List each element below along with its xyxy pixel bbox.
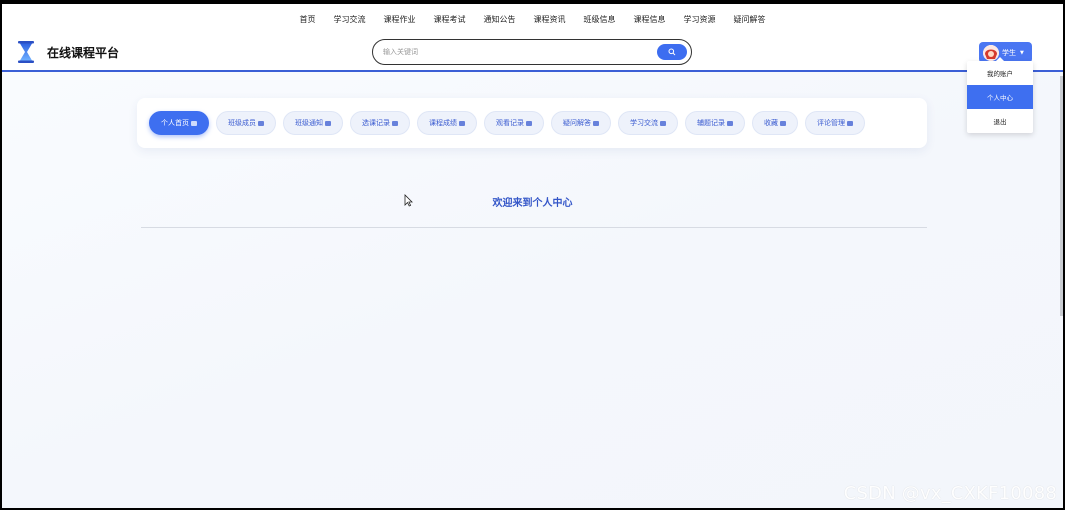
- tab-label: 学习交流: [630, 119, 658, 127]
- tab-label: 观看记录: [496, 119, 524, 127]
- divider: [141, 227, 927, 228]
- tab-label: 疑问解答: [563, 119, 591, 127]
- search-icon: [668, 48, 676, 55]
- top-nav-item-resources[interactable]: 学习资源: [675, 14, 725, 26]
- top-nav-item-homework[interactable]: 课程作业: [375, 14, 425, 26]
- tab-favorites[interactable]: 收藏: [752, 111, 798, 135]
- tab-enrollment-records[interactable]: 选课记录: [350, 111, 410, 135]
- search-input[interactable]: [383, 44, 653, 60]
- app-frame: 首页 学习交流 课程作业 课程考试 通知公告 课程资讯 班级信息 课程信息 学习…: [2, 4, 1063, 508]
- search-bar: [372, 39, 692, 65]
- hourglass-logo-icon[interactable]: [16, 40, 36, 64]
- menu-item-my-account[interactable]: 我的账户: [967, 61, 1033, 85]
- tab-label: 个人首页: [161, 119, 189, 127]
- top-nav-item-home[interactable]: 首页: [291, 14, 325, 26]
- top-nav-item-qa[interactable]: 疑问解答: [725, 14, 775, 26]
- menu-item-personal-center[interactable]: 个人中心: [967, 85, 1033, 109]
- tab-label: 班级成员: [228, 119, 256, 127]
- top-nav-item-course-news[interactable]: 课程资讯: [525, 14, 575, 26]
- tab-class-notice[interactable]: 班级通知: [283, 111, 343, 135]
- briefcase-icon: [727, 121, 733, 126]
- user-label: 学生: [1002, 48, 1016, 57]
- watermark: CSDN @vx_CXKF10088: [843, 483, 1057, 504]
- briefcase-icon: [325, 121, 331, 126]
- tab-exercise-records[interactable]: 辅题记录: [685, 111, 745, 135]
- top-nav-item-course-info[interactable]: 课程信息: [625, 14, 675, 26]
- top-nav-item-study-exchange[interactable]: 学习交流: [325, 14, 375, 26]
- briefcase-icon: [191, 121, 197, 126]
- tab-label: 课程成绩: [429, 119, 457, 127]
- briefcase-icon: [593, 121, 599, 126]
- top-nav-item-class-info[interactable]: 班级信息: [575, 14, 625, 26]
- tab-qa[interactable]: 疑问解答: [551, 111, 611, 135]
- tab-comment-management[interactable]: 评论管理: [805, 111, 865, 135]
- scrollbar[interactable]: [1060, 76, 1063, 316]
- tab-course-grades[interactable]: 课程成绩: [417, 111, 477, 135]
- briefcase-icon: [660, 121, 666, 126]
- search-button[interactable]: [657, 43, 687, 60]
- mouse-cursor-icon: [404, 194, 413, 207]
- top-nav-item-exam[interactable]: 课程考试: [425, 14, 475, 26]
- personal-tab-bar: 个人首页 班级成员 班级通知 选课记录 课程成绩 观看记录 疑问解答 学习交流 …: [137, 98, 927, 148]
- tab-label: 班级通知: [295, 119, 323, 127]
- top-nav: 首页 学习交流 课程作业 课程考试 通知公告 课程资讯 班级信息 课程信息 学习…: [2, 14, 1063, 26]
- tab-class-members[interactable]: 班级成员: [216, 111, 276, 135]
- tab-personal-home[interactable]: 个人首页: [149, 111, 209, 135]
- caret-down-icon: ▼: [1020, 49, 1024, 56]
- briefcase-icon: [780, 121, 786, 126]
- tab-study-exchange[interactable]: 学习交流: [618, 111, 678, 135]
- tab-watch-history[interactable]: 观看记录: [484, 111, 544, 135]
- header: 首页 学习交流 课程作业 课程考试 通知公告 课程资讯 班级信息 课程信息 学习…: [2, 4, 1063, 72]
- dropdown-arrow: [996, 57, 1004, 61]
- briefcase-icon: [258, 121, 264, 126]
- tab-label: 评论管理: [817, 119, 845, 127]
- tab-label: 选课记录: [362, 119, 390, 127]
- briefcase-icon: [526, 121, 532, 126]
- site-title[interactable]: 在线课程平台: [47, 44, 119, 61]
- user-menu-button[interactable]: 学生 ▼: [979, 42, 1032, 63]
- briefcase-icon: [459, 121, 465, 126]
- user-dropdown-menu: 我的账户 个人中心 退出: [967, 57, 1033, 133]
- welcome-heading: 欢迎来到个人中心: [492, 198, 573, 209]
- briefcase-icon: [847, 121, 853, 126]
- top-nav-item-notice[interactable]: 通知公告: [475, 14, 525, 26]
- tab-label: 收藏: [764, 119, 778, 127]
- menu-item-logout[interactable]: 退出: [967, 109, 1033, 133]
- tab-label: 辅题记录: [697, 119, 725, 127]
- briefcase-icon: [392, 121, 398, 126]
